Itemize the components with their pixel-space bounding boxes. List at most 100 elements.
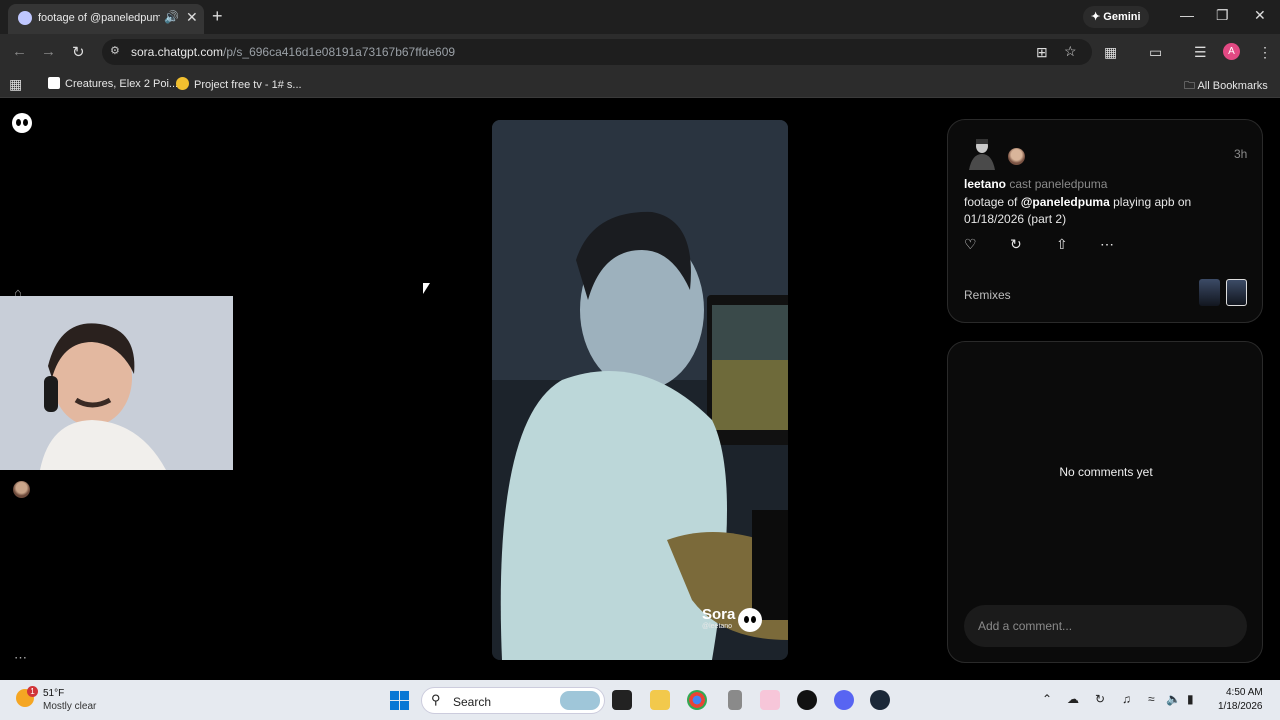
forward-arrow-icon[interactable]: → [41, 43, 56, 60]
bookmark-label: Project free tv - 1# s... [194, 79, 302, 91]
author-avatar[interactable] [964, 134, 1000, 170]
caption-mention[interactable]: @paneledpuma [1021, 195, 1110, 209]
openai-app-icon[interactable] [797, 690, 817, 710]
bookmark-favicon-icon [48, 77, 60, 89]
search-icon: ⚲ [431, 692, 441, 707]
start-tile [390, 691, 399, 700]
search-label: Search [453, 695, 492, 709]
post-meta: leetano cast paneledpuma [964, 177, 1107, 191]
remix-thumbnail[interactable] [1226, 279, 1247, 306]
cast-member-avatar[interactable] [1008, 148, 1025, 165]
address-bar-row: ← → ↻ ⚙ sora.chatgpt.com/p/s_696ca416d1e… [0, 34, 1280, 70]
back-arrow-icon[interactable]: ← [12, 43, 27, 60]
steam-app-icon[interactable] [870, 690, 890, 710]
video-player[interactable]: Sora @leetano [492, 120, 788, 660]
heart-icon[interactable]: ♡ [964, 236, 977, 253]
url-field[interactable]: ⚙ sora.chatgpt.com/p/s_696ca416d1e08191a… [102, 39, 1092, 65]
webcam-overlay [0, 296, 233, 470]
post-time: 3h [1234, 147, 1248, 161]
post-details-card: 3h leetano cast paneledpuma footage of @… [947, 119, 1263, 323]
watermark-brand: Sora [702, 606, 736, 623]
windows-start-icon[interactable] [390, 691, 409, 710]
remix-icon[interactable]: ↻ [1010, 236, 1022, 253]
comments-panel: No comments yet Add a comment... [947, 341, 1263, 663]
install-app-icon[interactable]: ⊞ [1036, 44, 1048, 61]
speaker-icon[interactable]: 🔊 [164, 10, 179, 24]
discord-app-icon[interactable] [834, 690, 854, 710]
volume-icon[interactable]: 🔈 [1166, 692, 1181, 706]
sora-logo-icon[interactable] [12, 113, 32, 133]
author-name[interactable]: leetano [964, 177, 1006, 191]
extensions-icon[interactable]: ▦ [1104, 44, 1117, 61]
menu-kebab-icon[interactable]: ⋮ [1258, 44, 1272, 61]
logo-eye [23, 119, 28, 126]
all-bookmarks-button[interactable]: 🗀 All Bookmarks [1184, 77, 1268, 96]
file-explorer-icon[interactable] [650, 690, 670, 710]
bookmark-item[interactable]: Creatures, Elex 2 Poi... [48, 77, 178, 90]
media-control-icon[interactable]: ☰ [1194, 44, 1207, 61]
apps-grid-icon[interactable]: ▦ [9, 76, 22, 93]
microphone-app-icon[interactable] [728, 690, 742, 710]
start-tile [400, 691, 409, 700]
all-bookmarks-label: All Bookmarks [1197, 80, 1268, 92]
battery-icon[interactable]: ▮ [1187, 692, 1194, 706]
sparkle-icon: ✦ [1091, 11, 1101, 23]
window-close-icon[interactable]: ✕ [1254, 7, 1266, 24]
weather-temperature[interactable]: 51°F [43, 688, 64, 699]
maximize-icon[interactable]: ❐ [1216, 7, 1229, 24]
profile-avatar[interactable]: A [1223, 43, 1240, 60]
terminal-app-icon[interactable] [612, 690, 632, 710]
pink-app-icon[interactable] [760, 690, 780, 710]
gemini-label: Gemini [1103, 11, 1141, 23]
close-tab-icon[interactable]: ✕ [186, 9, 198, 26]
browser-tab[interactable]: footage of @paneledpuma 🔊 ✕ [8, 4, 204, 34]
gemini-button[interactable]: ✦ Gemini [1083, 6, 1149, 28]
cast-icon[interactable]: ▭ [1149, 44, 1162, 61]
webcam-person-image [0, 296, 233, 470]
remixes-label: Remixes [964, 288, 1011, 302]
reload-icon[interactable]: ↻ [72, 43, 85, 61]
minimize-icon[interactable]: — [1180, 7, 1194, 23]
video-frame-image [492, 120, 788, 660]
microphone-icon[interactable]: ♫ [1122, 692, 1131, 706]
bookmarks-bar: ▦ Creatures, Elex 2 Poi... Project free … [0, 70, 1280, 98]
chrome-app-icon[interactable] [687, 690, 707, 710]
clock-time[interactable]: 4:50 AM [1226, 687, 1263, 698]
bookmark-star-icon[interactable]: ☆ [1064, 43, 1077, 60]
bookmark-favicon-icon [176, 77, 189, 90]
more-options-icon[interactable]: ⋯ [14, 650, 27, 666]
browser-tab-bar: footage of @paneledpuma 🔊 ✕ + ✦ Gemini —… [0, 0, 1280, 34]
more-icon[interactable]: ⋯ [1100, 236, 1114, 253]
comment-input[interactable]: Add a comment... [964, 605, 1247, 647]
bookmark-item[interactable]: Project free tv - 1# s... [176, 77, 302, 91]
share-icon[interactable]: ⇧ [1056, 236, 1068, 253]
logo-eye [16, 119, 21, 126]
cast-label[interactable]: cast paneledpuma [1009, 177, 1107, 191]
search-highlight-image [560, 691, 600, 710]
sora-favicon-icon [18, 11, 32, 25]
cloud-sync-icon[interactable]: ☁ [1067, 692, 1079, 706]
mouse-cursor [423, 283, 430, 294]
sora-ghost-icon [738, 608, 762, 632]
taskbar-search[interactable]: ⚲ Search [421, 687, 605, 714]
bookmark-label: Creatures, Elex 2 Poi... [65, 78, 179, 90]
new-tab-button[interactable]: + [212, 6, 223, 27]
user-avatar[interactable] [13, 481, 30, 498]
chevron-up-icon[interactable]: ⌃ [1042, 692, 1052, 706]
comment-placeholder: Add a comment... [978, 619, 1073, 633]
wifi-icon[interactable]: ≈ [1148, 692, 1155, 706]
url-text: sora.chatgpt.com/p/s_696ca416d1e08191a73… [131, 45, 455, 59]
start-tile [400, 701, 409, 710]
url-path: /p/s_696ca416d1e08191a73167b67ffde609 [223, 45, 456, 59]
no-comments-text: No comments yet [1059, 465, 1153, 479]
clock-date[interactable]: 1/18/2026 [1218, 701, 1263, 712]
weather-condition[interactable]: Mostly clear [43, 701, 96, 712]
sora-page: ⌂ ⋯ Sora @leetano 3h leetano cast panele… [0, 99, 1280, 680]
watermark-user: @leetano [702, 623, 733, 630]
remix-thumbnail[interactable] [1199, 279, 1220, 306]
folder-icon: 🗀 [1184, 80, 1195, 92]
post-caption: footage of @paneledpuma playing apb on 0… [964, 194, 1204, 228]
sora-watermark: Sora @leetano [702, 606, 762, 632]
site-info-icon[interactable]: ⚙ [110, 44, 120, 57]
refresh-app-icon[interactable]: ↻ [1095, 692, 1105, 706]
